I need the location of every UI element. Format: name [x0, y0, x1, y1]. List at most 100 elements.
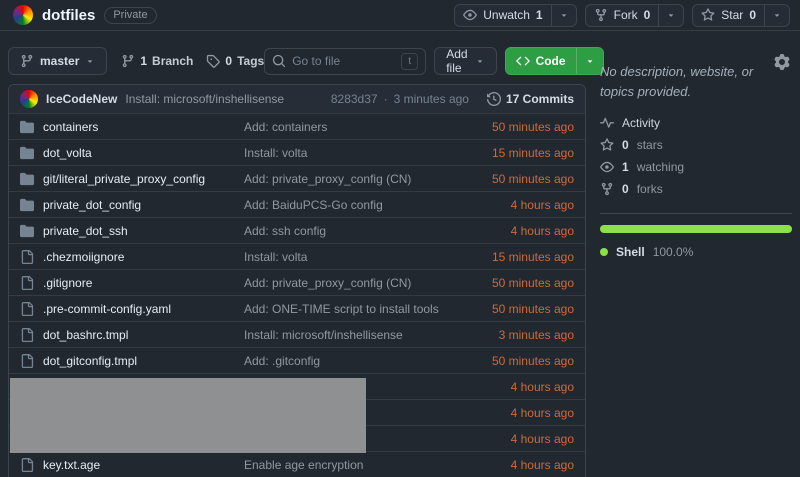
file-name[interactable]: dot_bashrc.tmpl: [43, 328, 128, 342]
table-row[interactable]: dot_gitconfig.tmpl Add: .gitconfig 50 minu…: [9, 347, 585, 373]
folder-icon: [20, 198, 34, 212]
file-icon: [20, 301, 34, 316]
sidebar-stat-forks[interactable]: 0 forks: [600, 182, 792, 196]
branches-link[interactable]: 1 Branch: [121, 54, 193, 68]
file-name[interactable]: containers: [43, 120, 98, 134]
commit-message[interactable]: Add: ONE-TIME script to install tools: [244, 302, 492, 316]
star-button-main[interactable]: Star 0: [693, 5, 764, 26]
commit-message[interactable]: Enable age encryption: [244, 458, 511, 472]
table-row[interactable]: .chezmoiignore Install: volta 15 minutes a…: [9, 243, 585, 269]
tag-icon: [206, 54, 221, 68]
commit-hash[interactable]: 8283d37: [331, 92, 378, 106]
star-button[interactable]: Star 0: [692, 3, 790, 27]
table-row[interactable]: git/literal_private_proxy_config Add: pri…: [9, 165, 585, 191]
file-name[interactable]: dot_volta: [43, 146, 92, 160]
branch-selector-button[interactable]: master: [8, 47, 108, 75]
table-row[interactable]: private_dot_config Add: BaiduPCS-Go confi…: [9, 191, 585, 217]
code-button-dropdown[interactable]: [575, 48, 603, 74]
chevron-down-icon[interactable]: [764, 4, 789, 26]
sidebar-stat-watching[interactable]: 1 watching: [600, 160, 792, 174]
chevron-down-icon[interactable]: [550, 4, 576, 26]
add-file-button[interactable]: Add file: [434, 47, 497, 75]
code-button[interactable]: Code: [504, 47, 604, 75]
commit-author[interactable]: IceCodeNew: [46, 92, 117, 106]
git-branch-icon: [20, 54, 34, 68]
table-row[interactable]: key.txt.age Enable age encryption 4 hours …: [9, 451, 585, 477]
file-name[interactable]: dot_gitconfig.tmpl: [43, 354, 137, 368]
table-row[interactable]: .gitignore Add: private_proxy_config (CN)…: [9, 269, 585, 295]
commit-author-avatar[interactable]: [20, 90, 38, 108]
chevron-down-icon[interactable]: [658, 4, 683, 26]
file-name[interactable]: private_dot_config: [43, 198, 141, 212]
action-count: 0: [749, 8, 756, 22]
file-name-cell: dot_volta: [20, 146, 244, 160]
sidebar-stat-activity[interactable]: Activity: [600, 116, 792, 130]
file-name[interactable]: private_dot_ssh: [43, 224, 128, 238]
folder-icon: [20, 172, 34, 186]
sidebar-stat-stars[interactable]: 0 stars: [600, 138, 792, 152]
commit-time: 4 hours ago: [510, 379, 574, 394]
stat-label: Activity: [622, 116, 661, 130]
file-icon: [20, 275, 34, 290]
folder-icon: [20, 120, 34, 134]
commit-time: 3 minutes ago: [498, 327, 574, 342]
commit-message[interactable]: Add: private_proxy_config (CN): [244, 172, 492, 186]
file-name[interactable]: .pre-commit-config.yaml: [43, 302, 171, 316]
commit-meta-separator: ·: [383, 92, 388, 106]
file-name[interactable]: .chezmoiignore: [43, 250, 124, 264]
commit-message[interactable]: Install: volta: [244, 146, 492, 160]
commit-time: 50 minutes ago: [491, 353, 574, 368]
table-row[interactable]: containers Add: containers 50 minutes ago: [9, 113, 585, 139]
action-count: 0: [643, 8, 651, 22]
table-row[interactable]: .pre-commit-config.yaml Add: ONE-TIME scr…: [9, 295, 585, 321]
commit-message[interactable]: Add: .gitconfig: [244, 354, 492, 368]
star-icon: [701, 8, 715, 22]
code-button-main[interactable]: Code: [506, 48, 576, 74]
language-name: Shell: [616, 245, 645, 259]
action-label: Unwatch: [483, 8, 530, 22]
commit-message[interactable]: Install: volta: [244, 250, 492, 264]
file-name-cell: key.txt.age: [20, 457, 244, 472]
history-icon: [486, 92, 501, 106]
repo-title[interactable]: dotfiles: [42, 7, 95, 24]
language-bar[interactable]: [600, 225, 792, 233]
unwatch-button-main[interactable]: Unwatch 1: [455, 5, 550, 26]
fork-button-main[interactable]: Fork 0: [586, 5, 659, 26]
commit-message[interactable]: Add: containers: [244, 120, 492, 134]
language-item[interactable]: Shell 100.0%: [600, 245, 792, 259]
pulse-icon: [600, 116, 614, 130]
file-name-cell: private_dot_ssh: [20, 224, 244, 238]
go-to-file-search[interactable]: t: [264, 47, 427, 75]
commit-message[interactable]: Install: microsoft/inshellisense: [244, 328, 499, 342]
sidebar-divider: [600, 213, 792, 214]
folder-icon: [20, 146, 34, 160]
file-name-cell: dot_gitconfig.tmpl: [20, 353, 244, 368]
branch-count: 1: [140, 54, 148, 68]
commit-time: 3 minutes ago: [393, 92, 469, 106]
unwatch-button[interactable]: Unwatch 1: [454, 3, 577, 27]
file-name[interactable]: git/literal_private_proxy_config: [43, 172, 205, 186]
file-name[interactable]: .gitignore: [43, 276, 92, 290]
commit-message[interactable]: Add: private_proxy_config (CN): [244, 276, 492, 290]
language-list: Shell 100.0%: [600, 245, 792, 259]
eye-icon: [600, 160, 614, 174]
commit-history-link[interactable]: 17 Commits: [486, 92, 574, 106]
tags-link[interactable]: 0 Tags: [206, 54, 264, 68]
commit-message[interactable]: Add: BaiduPCS-Go config: [244, 198, 511, 212]
fork-button[interactable]: Fork 0: [584, 3, 685, 27]
search-input[interactable]: [292, 54, 396, 68]
table-row[interactable]: dot_bashrc.tmpl Install: microsoft/inshel…: [9, 321, 585, 347]
folder-icon: [20, 224, 34, 238]
file-name[interactable]: key.txt.age: [43, 458, 100, 472]
stat-label: watching: [636, 160, 685, 174]
repo-owner-avatar[interactable]: [13, 5, 33, 25]
commit-message[interactable]: Add: ssh config: [244, 224, 511, 238]
tag-count-label: Tags: [237, 54, 265, 68]
tag-count: 0: [225, 54, 233, 68]
table-row[interactable]: dot_volta Install: volta 15 minutes ago: [9, 139, 585, 165]
table-row[interactable]: private_dot_ssh Add: ssh config 4 hours ag…: [9, 217, 585, 243]
repo-header: dotfiles Private Unwatch 1 Fork 0 Star 0: [0, 0, 800, 31]
commit-message[interactable]: Install: microsoft/inshellisense: [125, 92, 284, 106]
eye-icon: [463, 8, 478, 22]
gear-icon[interactable]: [774, 54, 790, 70]
